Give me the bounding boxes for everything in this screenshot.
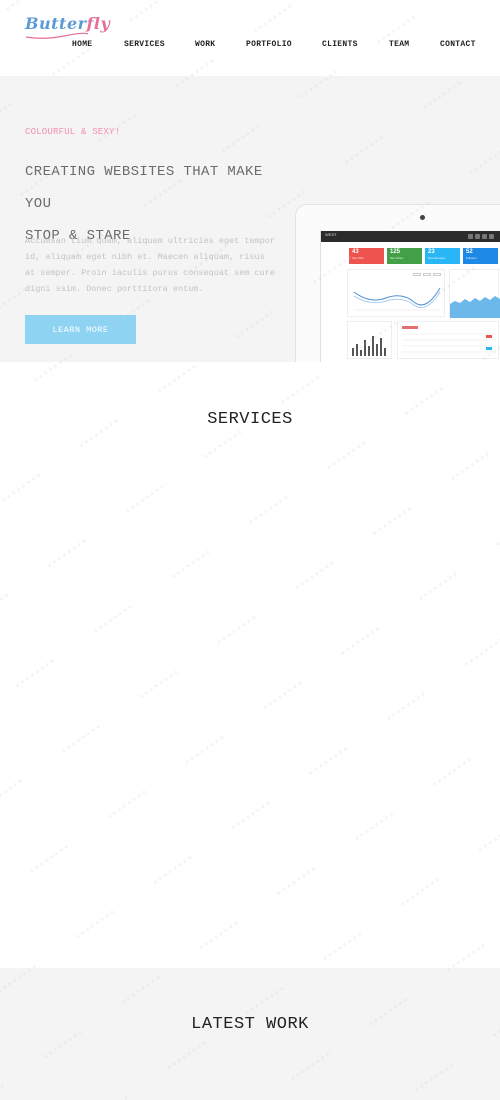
stat-card: 52 Followers xyxy=(463,248,498,264)
nav-work[interactable]: WORK xyxy=(195,40,215,49)
stat-label: New Orders xyxy=(390,257,404,260)
stat-label: New Messages xyxy=(428,257,446,260)
latest-work-section: LATEST WORK xyxy=(0,968,500,1100)
logo-text-part2: fly xyxy=(86,14,111,33)
nav-home[interactable]: HOME xyxy=(72,40,92,49)
area-chart-panel xyxy=(449,269,500,318)
stat-value: 52 xyxy=(466,249,473,255)
line-chart-graphic xyxy=(353,287,441,311)
hero-section: COLOURFUL & SEXY! CREATING WEBSITES THAT… xyxy=(0,76,500,362)
services-title: SERVICES xyxy=(207,410,293,429)
table-panel xyxy=(397,321,499,359)
bar-chart-graphic xyxy=(352,336,386,356)
stat-card: 43 New Visits xyxy=(349,248,384,264)
logo-swash-icon xyxy=(25,32,89,39)
hero-tagline: COLOURFUL & SEXY! xyxy=(25,127,121,137)
chart-tabs xyxy=(413,273,441,276)
dashboard-brand: WEST xyxy=(325,232,337,237)
hero-description: Accumsan tium quam, aliquam ultricies eg… xyxy=(25,236,275,294)
stat-value: 125 xyxy=(390,249,401,255)
dashboard-screenshot: WEST 43 New Visits 125 New Orders 23 New… xyxy=(320,231,500,362)
table-graphic xyxy=(402,326,496,353)
bar-chart-panel xyxy=(347,321,392,359)
nav-portfolio[interactable]: PORTFOLIO xyxy=(246,40,292,49)
tablet-camera-icon xyxy=(420,215,425,220)
nav-services[interactable]: SERVICES xyxy=(124,40,165,49)
dashboard-topbar: WEST xyxy=(321,231,500,242)
area-chart-graphic xyxy=(450,296,500,318)
stat-value: 43 xyxy=(352,249,359,255)
learn-more-button[interactable]: LEARN MORE xyxy=(25,315,136,344)
stat-label: New Visits xyxy=(352,257,364,260)
site-header: Butterfly HOME SERVICES WORK PORTFOLIO C… xyxy=(0,0,500,76)
stat-value: 23 xyxy=(428,249,435,255)
logo-text-part1: Butter xyxy=(25,14,87,33)
stat-label: Followers xyxy=(466,257,477,260)
hero-headline-line1: CREATING WEBSITES THAT MAKE YOU xyxy=(25,164,263,212)
services-section: SERVICES xyxy=(0,362,500,968)
nav-contact[interactable]: CONTACT xyxy=(440,40,476,49)
line-chart-panel xyxy=(347,269,445,317)
latest-work-title: LATEST WORK xyxy=(191,1015,309,1034)
stat-card: 23 New Messages xyxy=(425,248,460,264)
nav-clients[interactable]: CLIENTS xyxy=(322,40,358,49)
nav-team[interactable]: TEAM xyxy=(389,40,409,49)
dashboard-toolbar-icons xyxy=(468,234,498,239)
logo[interactable]: Butterfly xyxy=(25,14,110,33)
stat-card: 125 New Orders xyxy=(387,248,422,264)
main-nav: HOME SERVICES WORK PORTFOLIO CLIENTS TEA… xyxy=(0,40,500,52)
